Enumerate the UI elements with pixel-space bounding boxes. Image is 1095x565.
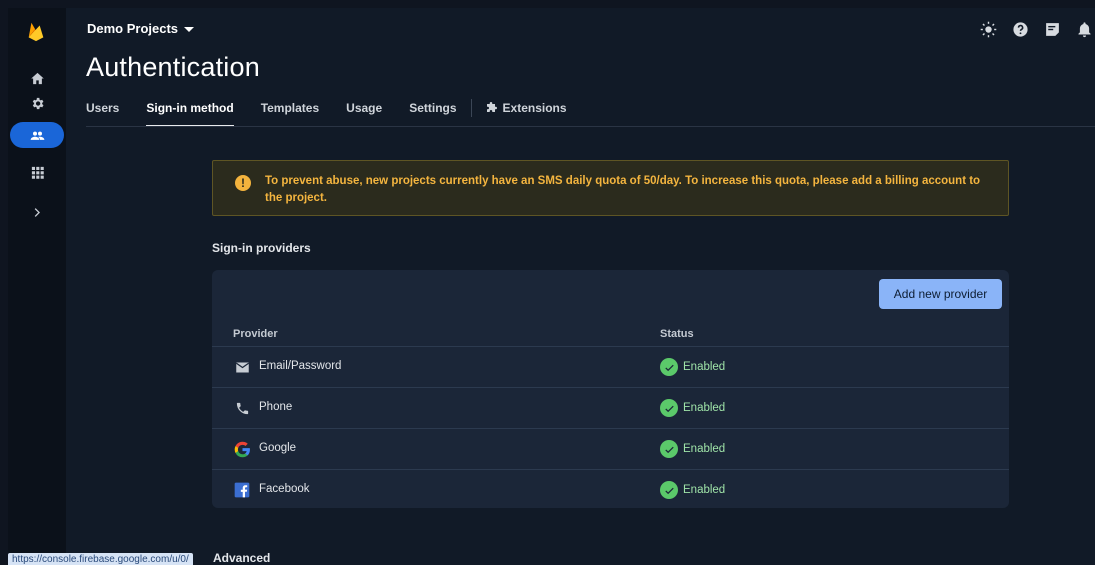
- tabs-divider: [86, 126, 1095, 127]
- provider-name: Phone: [259, 401, 293, 413]
- page-title: Authentication: [86, 52, 260, 82]
- status-text: Enabled: [683, 484, 726, 496]
- column-status: Status: [660, 328, 694, 340]
- project-selector[interactable]: Demo Projects: [87, 21, 195, 36]
- phone-icon: [233, 400, 251, 416]
- tab-extensions[interactable]: Extensions: [486, 101, 567, 127]
- status-badge: Enabled: [660, 481, 725, 499]
- status-text: Enabled: [683, 361, 726, 373]
- project-name: Demo Projects: [87, 21, 179, 36]
- sms-quota-banner: ! To prevent abuse, new projects current…: [212, 160, 1009, 216]
- column-provider: Provider: [233, 328, 278, 340]
- expand-icon[interactable]: [8, 199, 66, 225]
- provider-name: Google: [259, 442, 297, 454]
- tab-users[interactable]: Users: [86, 101, 119, 127]
- status-text: Enabled: [683, 402, 726, 414]
- feedback-icon[interactable]: [1043, 20, 1061, 38]
- table-row[interactable]: Phone Enabled: [212, 388, 1009, 429]
- email-icon: [233, 359, 251, 375]
- status-badge: Enabled: [660, 399, 725, 417]
- tab-settings[interactable]: Settings: [409, 101, 456, 127]
- table-row[interactable]: Google Enabled: [212, 429, 1009, 470]
- firebase-console: Demo Projects Authentication Users Sign-…: [8, 8, 1095, 565]
- home-icon[interactable]: [8, 65, 66, 91]
- check-icon: [660, 399, 678, 417]
- provider-name: Email/Password: [259, 360, 342, 372]
- status-text: Enabled: [683, 443, 726, 455]
- check-icon: [660, 481, 678, 499]
- status-bar-url: https://console.firebase.google.com/u/0/: [8, 553, 193, 565]
- tab-bar: Users Sign-in method Templates Usage Set…: [86, 99, 594, 127]
- tab-sign-in-method[interactable]: Sign-in method: [146, 101, 235, 127]
- settings-icon[interactable]: [8, 90, 66, 116]
- extensions-icon: [486, 102, 497, 112]
- tab-templates[interactable]: Templates: [261, 101, 319, 127]
- providers-card: Add new provider Provider Status Email/P…: [212, 270, 1009, 508]
- users-icon[interactable]: [10, 122, 64, 148]
- provider-name: Facebook: [259, 483, 310, 495]
- theme-icon[interactable]: [979, 20, 997, 38]
- warning-icon: !: [235, 175, 251, 191]
- banner-text: To prevent abuse, new projects currently…: [265, 175, 981, 204]
- notifications-icon[interactable]: [1075, 20, 1093, 38]
- apps-icon[interactable]: [8, 159, 66, 185]
- check-icon: [660, 440, 678, 458]
- firebase-logo-icon[interactable]: [25, 20, 47, 42]
- help-icon[interactable]: [1011, 20, 1029, 38]
- facebook-icon: [233, 482, 251, 498]
- check-icon: [660, 358, 678, 376]
- left-rail: [8, 8, 66, 565]
- tab-extensions-label: Extensions: [502, 101, 567, 115]
- table-header: Provider Status: [212, 323, 1009, 347]
- google-icon: [233, 441, 251, 457]
- table-row[interactable]: Facebook Enabled: [212, 470, 1009, 508]
- tab-usage[interactable]: Usage: [346, 101, 382, 127]
- table-row[interactable]: Email/Password Enabled: [212, 347, 1009, 388]
- top-icons: [979, 20, 1093, 38]
- advanced-section-title: Advanced: [213, 551, 271, 565]
- status-badge: Enabled: [660, 440, 725, 458]
- tab-divider: [470, 99, 472, 117]
- add-new-provider-button[interactable]: Add new provider: [879, 279, 1002, 309]
- chevron-down-icon: [184, 27, 195, 32]
- status-badge: Enabled: [660, 358, 725, 376]
- section-title: Sign-in providers: [212, 241, 311, 255]
